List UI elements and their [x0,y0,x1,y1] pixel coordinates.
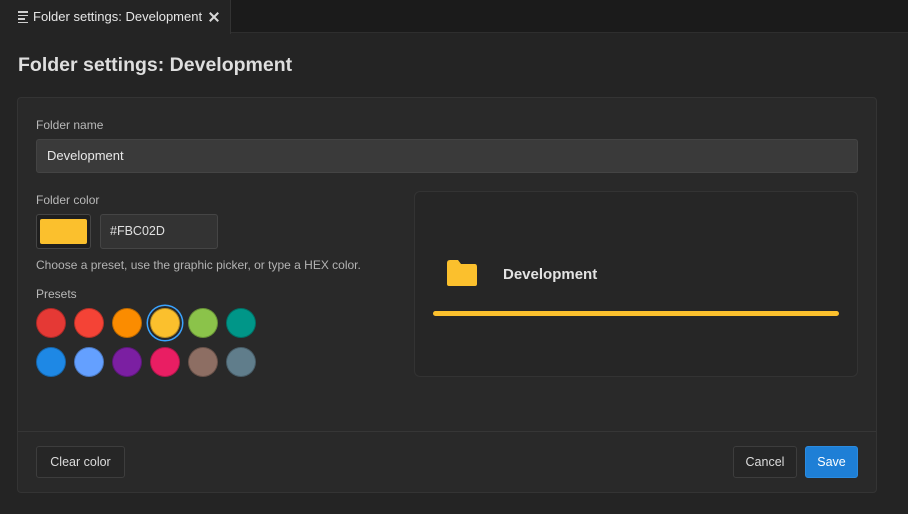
hex-color-input[interactable]: #FBC02D [100,214,218,249]
preset-swatch[interactable] [36,347,66,377]
preset-swatch[interactable] [150,308,180,338]
footer-divider [18,431,876,432]
settings-panel: Folder name Development Folder color #FB… [17,97,877,493]
folder-color-label: Folder color [36,193,100,207]
preset-swatch[interactable] [150,347,180,377]
preview-folder-name: Development [503,266,598,283]
cancel-button[interactable]: Cancel [733,446,797,478]
preset-swatch[interactable] [74,347,104,377]
tab-bar: Folder settings: Development [0,0,908,34]
preset-swatch[interactable] [74,308,104,338]
preset-swatch[interactable] [226,347,256,377]
color-hint-text: Choose a preset, use the graphic picker,… [36,258,361,272]
preset-swatch[interactable] [226,308,256,338]
folder-name-label: Folder name [36,118,104,132]
tab-folder-settings[interactable]: Folder settings: Development [0,0,231,34]
page-title: Folder settings: Development [18,54,293,76]
folder-preview: Development [414,191,858,377]
clear-color-button[interactable]: Clear color [36,446,125,478]
close-icon[interactable] [207,10,221,24]
save-button[interactable]: Save [805,446,858,478]
preset-swatch[interactable] [112,308,142,338]
folder-icon [447,260,477,286]
preset-swatch[interactable] [36,308,66,338]
preset-swatch[interactable] [188,347,218,377]
preview-color-bar [433,311,839,316]
presets-label: Presets [36,287,77,301]
preset-swatch[interactable] [112,347,142,377]
current-color-swatch [40,219,87,244]
folder-name-input[interactable]: Development [36,139,858,173]
tab-label: Folder settings: Development [33,9,203,24]
document-lines-icon [18,11,28,23]
color-picker-button[interactable] [36,214,91,249]
preset-swatch[interactable] [188,308,218,338]
